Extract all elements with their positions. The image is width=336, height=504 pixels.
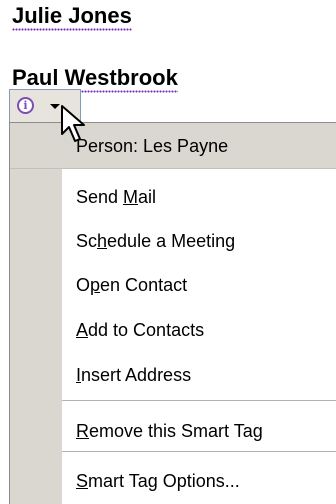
menu-item-mnemonic: I <box>76 365 82 385</box>
chevron-down-icon <box>50 104 60 109</box>
menu-item-mnemonic: M <box>123 187 139 207</box>
menu-item-remove-smart-tag[interactable]: Remove this Smart Tag <box>62 409 336 453</box>
document-text-name: Julie Jones <box>12 2 132 31</box>
info-icon: i <box>17 97 34 114</box>
menu-header-label: Person: Les Payne <box>76 136 229 156</box>
smart-tag-actions-button[interactable]: i <box>9 89 81 123</box>
menu-item-insert-address[interactable]: Insert Address <box>62 353 336 397</box>
document-text-name: Paul Westbrook <box>12 64 178 93</box>
menu-item-mnemonic: R <box>76 421 89 441</box>
menu-header: Person: Les Payne <box>10 123 336 169</box>
menu-item-label: Open Contact <box>76 275 188 295</box>
menu-item-label: Remove this Smart Tag <box>76 421 263 441</box>
menu-item-mnemonic: A <box>76 320 89 340</box>
menu-separator <box>62 451 336 452</box>
menu-item-open-contact[interactable]: Open Contact <box>62 263 336 307</box>
menu-item-mnemonic: p <box>90 275 101 295</box>
menu-gutter <box>10 123 62 504</box>
menu-item-schedule-meeting[interactable]: Schedule a Meeting <box>62 219 336 263</box>
menu-item-label: Add to Contacts <box>76 320 205 340</box>
menu-item-smart-tag-options[interactable]: Smart Tag Options... <box>62 459 336 503</box>
smart-tag-underline: Julie Jones <box>12 3 132 31</box>
menu-item-mnemonic: h <box>97 231 108 251</box>
menu-item-add-to-contacts[interactable]: Add to Contacts <box>62 308 336 352</box>
menu-item-mnemonic: S <box>76 471 89 491</box>
menu-item-label: Smart Tag Options... <box>76 471 240 491</box>
menu-item-label: Insert Address <box>76 365 192 385</box>
menu-item-label: Send Mail <box>76 187 157 207</box>
menu-item-send-mail[interactable]: Send Mail <box>62 175 336 219</box>
smart-tag-menu: Person: Les Payne Send Mail Schedule a M… <box>9 122 336 504</box>
menu-item-label: Schedule a Meeting <box>76 231 236 251</box>
menu-separator <box>62 400 336 401</box>
